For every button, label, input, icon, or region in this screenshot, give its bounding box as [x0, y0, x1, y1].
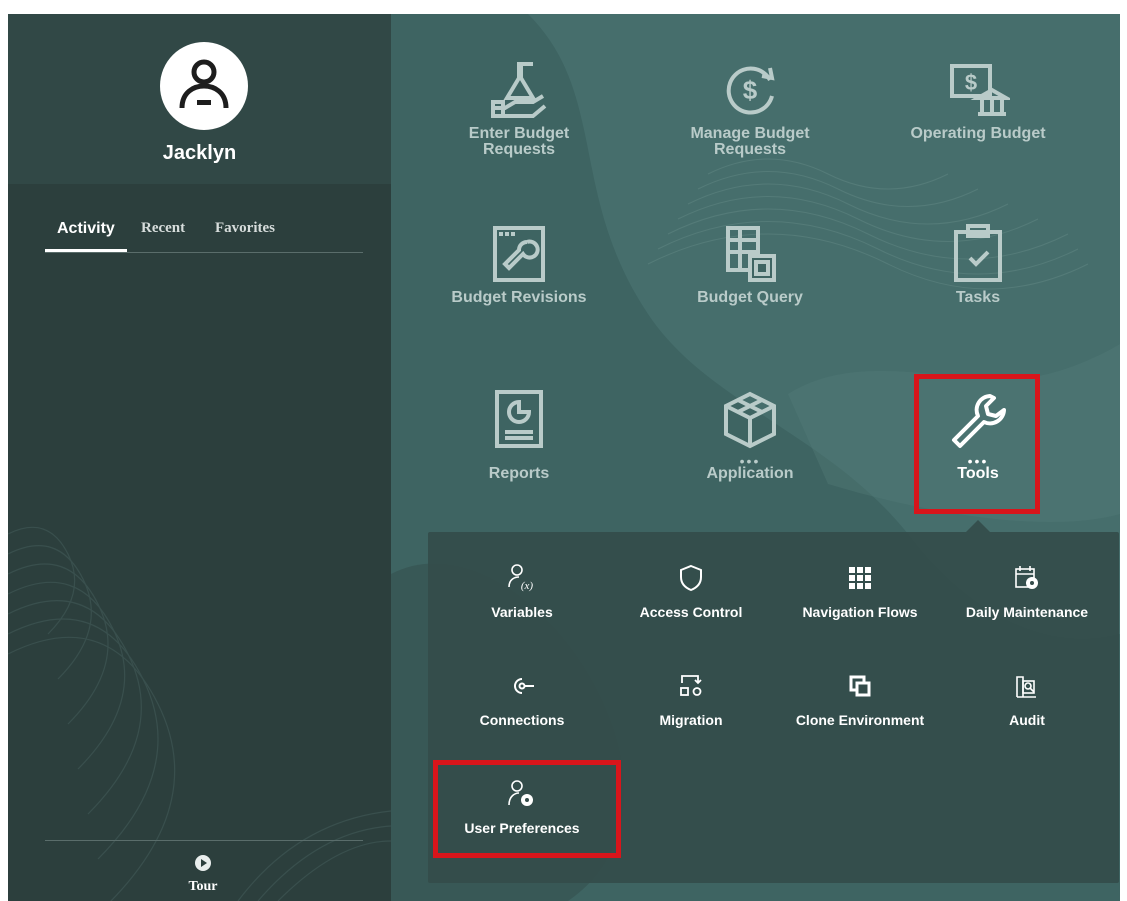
tile-label: Operating Budget — [910, 125, 1046, 142]
tab-favorites[interactable]: Favorites — [215, 220, 275, 237]
cube-icon — [724, 391, 776, 449]
tour-label: Tour — [188, 879, 218, 894]
tile-enter-budget-requests[interactable]: Enter Budget Requests — [429, 54, 609, 158]
submenu-label: Clone Environment — [795, 712, 925, 728]
connection-icon — [514, 678, 534, 694]
money-bank-icon: $ — [950, 64, 1010, 116]
grid-flow-icon — [849, 567, 871, 589]
tile-label-line2: Requests — [713, 141, 787, 158]
submenu-item-navigation-flows[interactable]: Navigation Flows — [774, 562, 946, 620]
tile-manage-budget-requests[interactable]: $ Manage Budget Requests — [660, 54, 840, 158]
submenu-item-access-control[interactable]: Access Control — [605, 562, 777, 620]
svg-text:$: $ — [743, 75, 758, 105]
tile-budget-revisions[interactable]: Budget Revisions — [429, 218, 609, 306]
tile-label: Reports — [488, 465, 550, 482]
submenu-item-variables[interactable]: (x) Variables — [436, 562, 608, 620]
tile-label: Manage Budget — [690, 125, 810, 142]
tile-label: Application — [706, 465, 794, 482]
submenu-item-migration[interactable]: Migration — [605, 670, 777, 728]
clone-icon — [849, 675, 871, 697]
app-frame: Jacklyn Activity Recent Favorites Tour E… — [8, 14, 1120, 901]
user-preferences-highlight — [433, 760, 621, 858]
report-chart-icon — [495, 390, 543, 448]
submenu-item-daily-maintenance[interactable]: Daily Maintenance — [941, 562, 1113, 620]
svg-text:(x): (x) — [521, 580, 534, 592]
active-tab-indicator — [45, 249, 127, 252]
migration-icon — [680, 675, 702, 696]
svg-text:$: $ — [965, 70, 977, 95]
tab-recent[interactable]: Recent — [141, 220, 185, 237]
calendar-gear-icon — [1015, 566, 1038, 589]
wrench-document-icon — [493, 226, 545, 282]
tile-budget-query[interactable]: Budget Query — [660, 218, 840, 306]
divider — [45, 840, 363, 841]
tile-operating-budget[interactable]: $ Operating Budget — [888, 54, 1068, 142]
tile-label: Tasks — [955, 289, 1001, 306]
submenu-label: Daily Maintenance — [965, 604, 1089, 620]
play-icon — [195, 855, 211, 871]
tab-activity[interactable]: Activity — [57, 220, 115, 238]
flask-hand-icon — [491, 62, 547, 118]
clipboard-check-icon — [954, 224, 1002, 282]
audit-icon — [1016, 676, 1036, 698]
tile-application[interactable]: ••• Application — [660, 384, 840, 482]
submenu-item-clone-environment[interactable]: Clone Environment — [774, 670, 946, 728]
user-variable-icon: (x) — [508, 564, 534, 592]
tile-tasks[interactable]: Tasks — [888, 218, 1068, 306]
activity-tabs: Activity Recent Favorites — [45, 218, 363, 253]
dollar-cycle-icon: $ — [726, 66, 775, 115]
tile-reports[interactable]: Reports — [429, 384, 609, 482]
submenu-caret — [966, 520, 990, 532]
tile-label: Budget Revisions — [451, 289, 587, 306]
submenu-item-connections[interactable]: Connections — [436, 670, 608, 728]
avatar[interactable] — [160, 42, 248, 130]
submenu-item-audit[interactable]: Audit — [941, 670, 1113, 728]
submenu-label: Audit — [1009, 712, 1045, 728]
user-name: Jacklyn — [162, 142, 237, 164]
submenu-label: Access Control — [639, 604, 743, 620]
tile-label: Budget Query — [697, 289, 803, 306]
left-panel: Jacklyn Activity Recent Favorites Tour — [8, 14, 391, 901]
tools-highlight — [914, 374, 1040, 514]
submenu-label: Navigation Flows — [802, 604, 918, 620]
user-icon — [179, 59, 229, 109]
submenu-label: Variables — [491, 604, 553, 620]
tile-label-line2: Requests — [482, 141, 556, 158]
grid-query-icon — [726, 226, 776, 282]
submenu-label: Migration — [659, 712, 723, 728]
submenu-label: Connections — [479, 712, 565, 728]
tile-label: Enter Budget — [468, 125, 570, 142]
tour-button[interactable]: Tour — [173, 854, 233, 895]
shield-icon — [680, 564, 702, 592]
